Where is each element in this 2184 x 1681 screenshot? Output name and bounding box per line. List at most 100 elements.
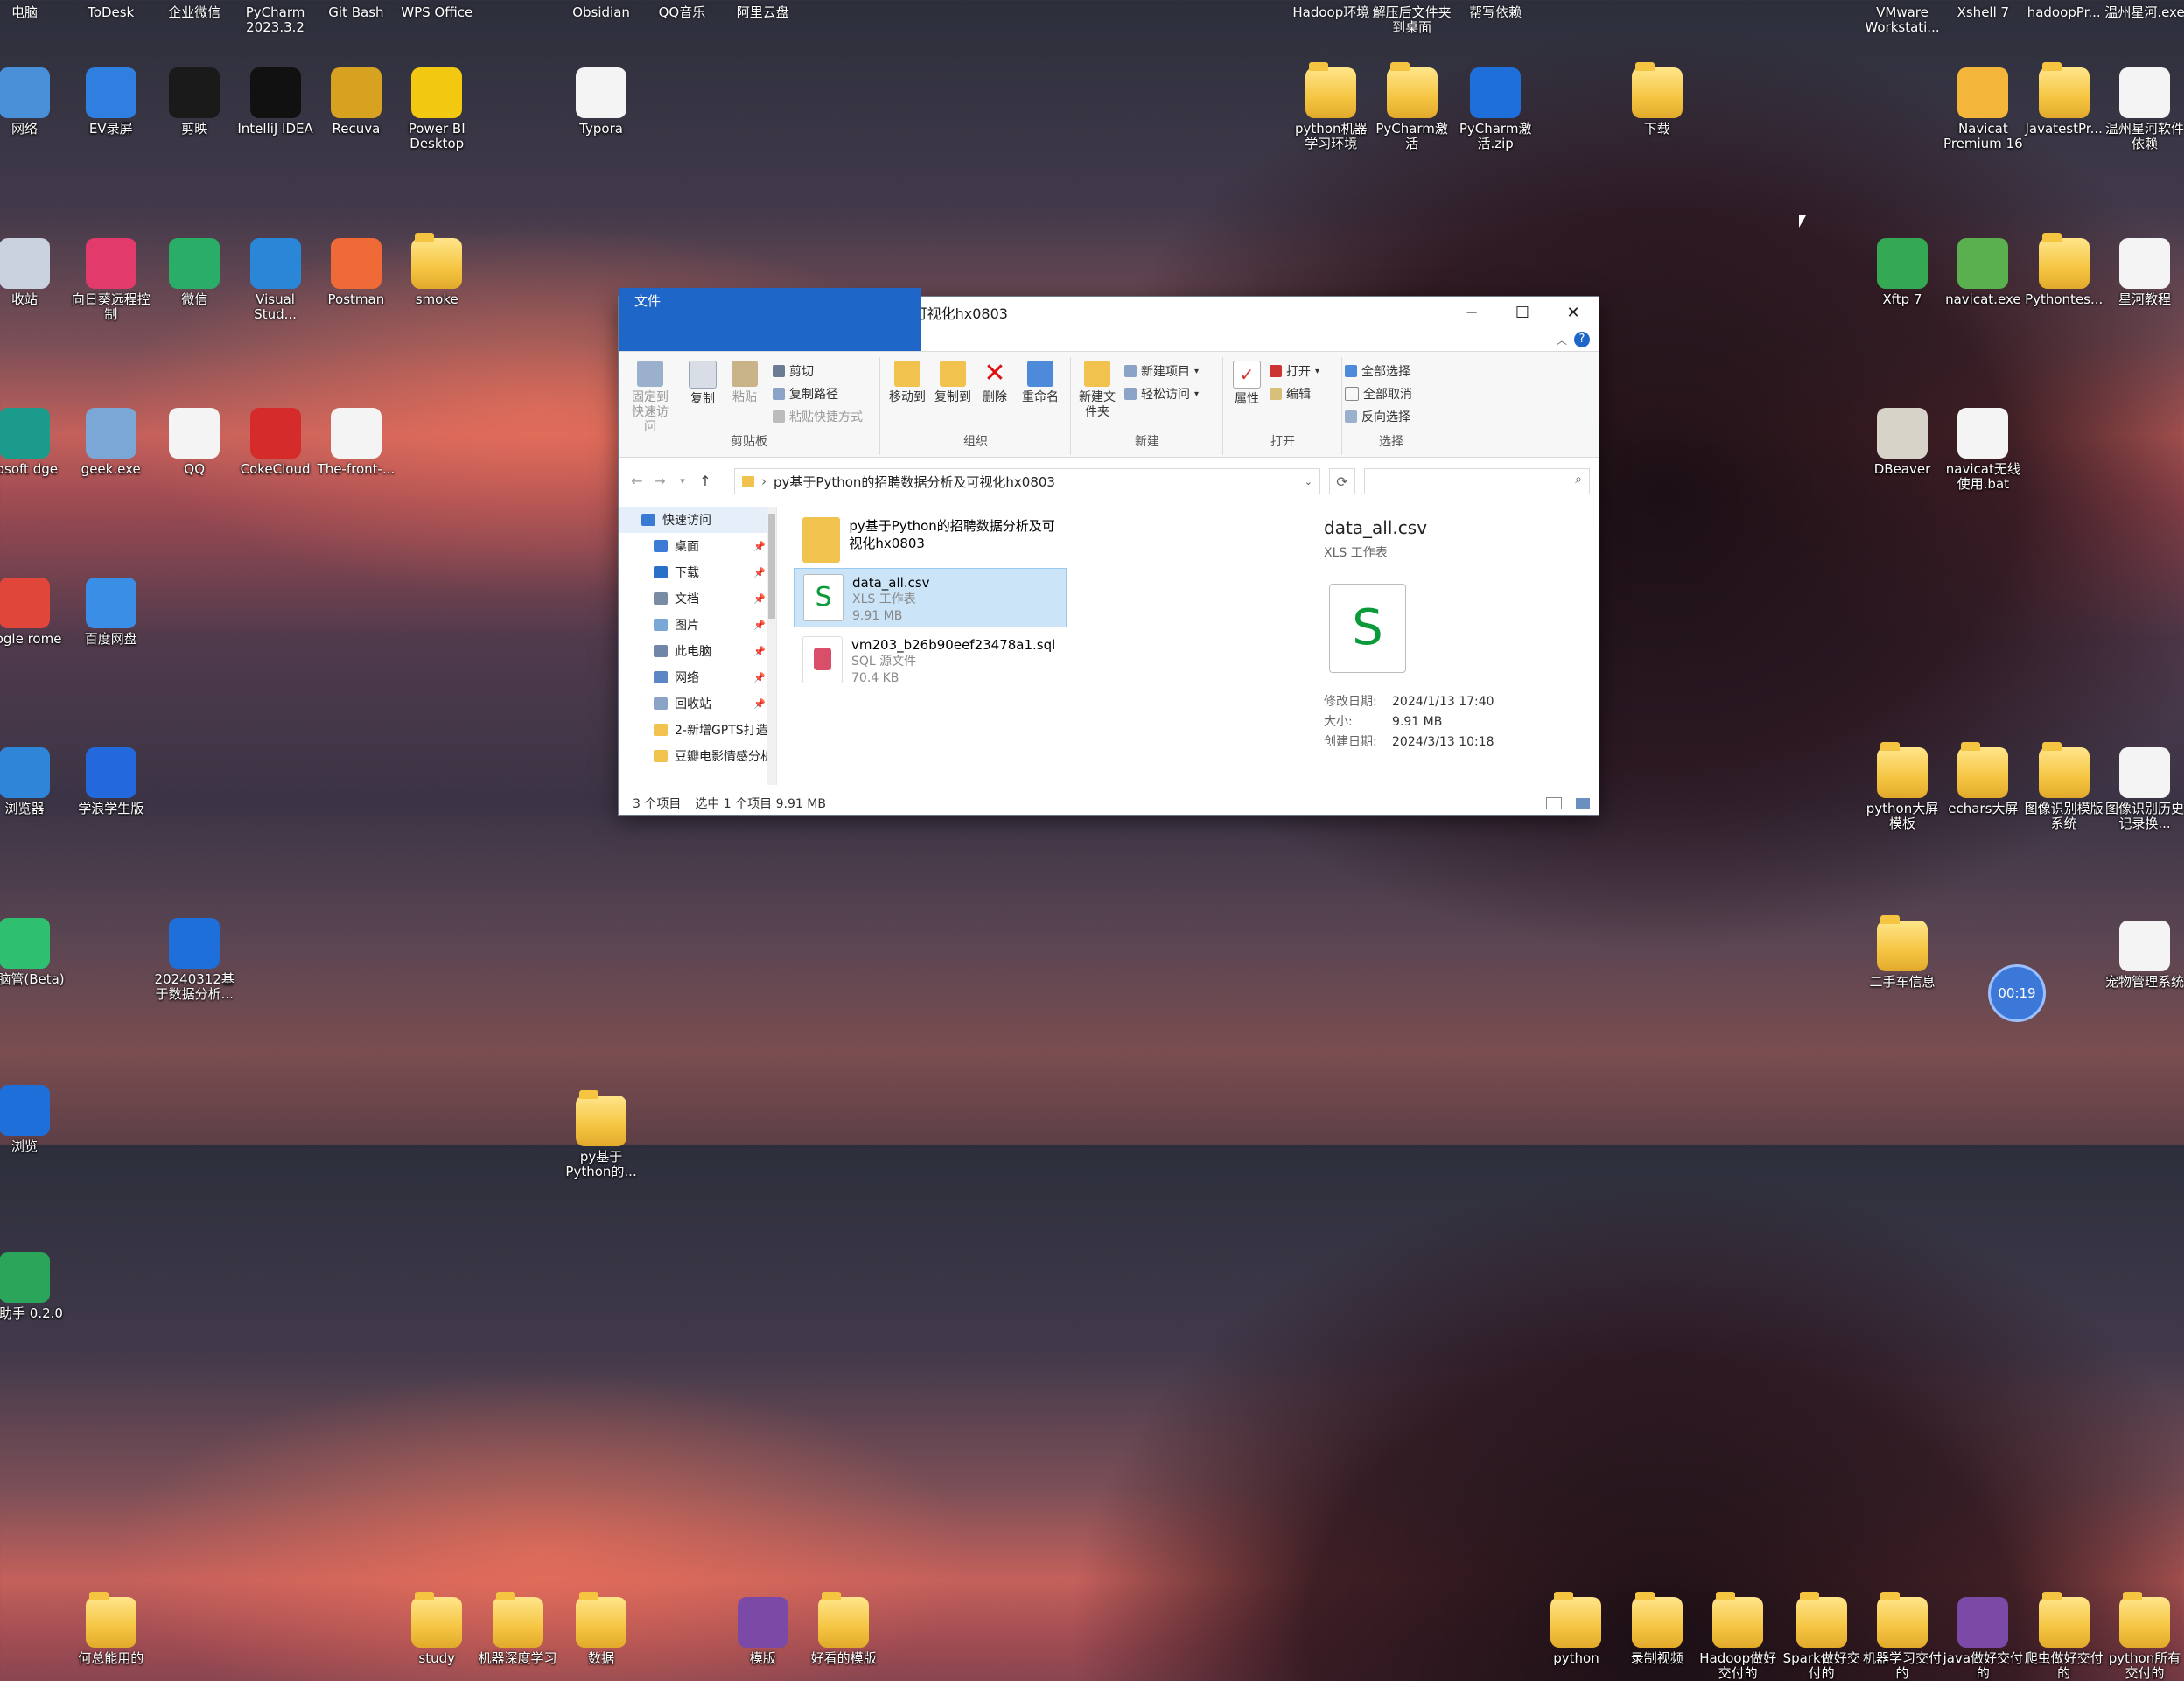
minimize-button[interactable]: ─ <box>1446 297 1497 328</box>
tab-file[interactable]: 文件 <box>619 288 921 351</box>
desktop-icon[interactable]: Pythontes... <box>2022 232 2106 307</box>
desktop-icon[interactable]: Navicat Premium 16 <box>1941 67 2025 151</box>
desktop-icon[interactable]: java做好交付的 <box>1941 1597 2025 1681</box>
desktop-icon[interactable]: PyCharm激活.zip <box>1453 67 1537 151</box>
nav-item[interactable]: 2-新增GPTS打造 <box>619 717 776 743</box>
recent-dropdown-icon[interactable]: ▾ <box>671 475 694 487</box>
desktop-icon[interactable]: Visual Stud... <box>234 237 318 322</box>
nav-item[interactable]: 豆瓣电影情感分析 <box>619 743 776 769</box>
desktop-icon[interactable]: 爬虫做好交付的 <box>2022 1592 2106 1681</box>
properties-button[interactable]: ✓ 属性 <box>1229 361 1264 407</box>
desktop-icon[interactable]: 图像识别模版系统 <box>2022 742 2106 831</box>
desktop-icon[interactable]: Hadoop做好交付的 <box>1696 1592 1780 1681</box>
desktop-icon[interactable]: navicat无线使用.bat <box>1941 407 2025 492</box>
nav-item[interactable]: 此电脑 📌 <box>619 638 776 664</box>
desktop-icon-label[interactable]: 解压后文件夹到桌面 <box>1370 5 1454 35</box>
nav-item[interactable]: 桌面 📌 <box>619 533 776 559</box>
desktop-icon[interactable]: 何总能用的 <box>69 1592 153 1666</box>
desktop-icon[interactable]: rosoft dge <box>0 407 66 477</box>
copy-path-button[interactable]: 复制路径 <box>773 385 838 403</box>
desktop-icon[interactable]: 向日葵远程控制 <box>69 237 153 322</box>
nav-scrollbar[interactable] <box>767 507 776 785</box>
desktop-icon-label[interactable]: ToDesk <box>69 5 153 20</box>
desktop-icon[interactable]: python所有交付的 <box>2103 1592 2184 1681</box>
nav-item[interactable]: 网络 📌 <box>619 664 776 690</box>
desktop-icon[interactable]: 微信 <box>152 237 236 307</box>
desktop-icon[interactable]: py基于Python的... <box>559 1090 643 1180</box>
desktop-icon[interactable]: 收站 <box>0 237 66 307</box>
desktop-icon-label[interactable]: 企业微信 <box>152 5 236 20</box>
move-to-button[interactable]: 移动到 <box>886 361 928 405</box>
desktop-icon-label[interactable]: WPS Office <box>395 5 479 20</box>
desktop-icon[interactable]: IntelliJ IDEA <box>234 67 318 137</box>
new-item-button[interactable]: 新建项目 ▾ <box>1124 362 1199 380</box>
recording-timer[interactable]: 00:19 <box>1988 964 2046 1022</box>
chevron-down-icon[interactable]: ⌄ <box>1305 476 1312 487</box>
open-button[interactable]: 打开 ▾ <box>1270 362 1320 380</box>
desktop-icon[interactable]: python机器学习环境 <box>1289 62 1373 151</box>
nav-item[interactable]: 下载 📌 <box>619 559 776 585</box>
back-icon[interactable]: ← <box>626 473 648 489</box>
desktop-icon[interactable]: 图像识别历史记录换... <box>2103 747 2184 831</box>
desktop-icon[interactable]: PyCharm激活 <box>1370 62 1454 151</box>
delete-button[interactable]: ✕ 删除 <box>977 361 1012 405</box>
list-item[interactable]: py基于Python的招聘数据分析及可视化hx0803 <box>794 512 1065 568</box>
desktop-icon-label[interactable]: Hadoop环境 <box>1289 5 1373 20</box>
desktop-icon[interactable]: EV录屏 <box>69 67 153 137</box>
desktop-icon[interactable]: DBeaver <box>1860 407 1944 477</box>
pin-quick-access-button[interactable]: 固定到快速访问 <box>627 361 673 435</box>
desktop-icon[interactable]: oogle rome <box>0 578 66 647</box>
scrollbar-thumb[interactable] <box>768 514 775 619</box>
desktop-icon[interactable]: Recuva <box>314 67 398 137</box>
desktop-icon[interactable]: 数据 <box>559 1592 643 1666</box>
refresh-button[interactable]: ⟳ <box>1329 468 1355 494</box>
easy-access-button[interactable]: 轻松访问 ▾ <box>1124 385 1199 403</box>
desktop-icon[interactable]: python <box>1534 1592 1618 1666</box>
forward-icon[interactable]: → <box>648 473 671 489</box>
copy-button[interactable]: 复制 <box>685 361 720 407</box>
desktop-icon[interactable]: geek.exe <box>69 407 153 477</box>
desktop-icon[interactable]: 剪映 <box>152 67 236 137</box>
desktop-icon[interactable]: 浏览器 <box>0 747 66 816</box>
desktop-icon-label[interactable]: 阿里云盘 <box>721 5 805 20</box>
desktop-icon-label[interactable]: 温州星河.exe <box>2103 5 2184 20</box>
desktop-icon-label[interactable]: QQ音乐 <box>640 5 724 20</box>
maximize-button[interactable]: ☐ <box>1497 297 1548 328</box>
desktop-icon[interactable]: 浏览 <box>0 1084 66 1154</box>
desktop-icon[interactable]: 宠物管理系统 <box>2103 920 2184 990</box>
desktop-icon[interactable]: 网络 <box>0 67 66 137</box>
details-view-icon[interactable] <box>1546 797 1562 809</box>
desktop-icon[interactable]: 下载 <box>1615 62 1699 137</box>
address-input[interactable]: › py基于Python的招聘数据分析及可视化hx0803 ⌄ <box>734 468 1320 494</box>
desktop-icon[interactable]: 学浪学生版 <box>69 747 153 816</box>
desktop-icon-label[interactable]: 电脑 <box>0 5 66 20</box>
desktop-icon[interactable]: The-front-... <box>314 407 398 477</box>
select-none-button[interactable]: 全部取消 <box>1345 385 1412 403</box>
paste-shortcut-button[interactable]: 粘贴快捷方式 <box>773 408 863 425</box>
desktop-icon[interactable]: 机器深度学习 <box>476 1592 560 1666</box>
desktop-icon-label[interactable]: 帮写依赖 <box>1453 5 1537 20</box>
nav-item[interactable]: 文档 📌 <box>619 585 776 612</box>
desktop-icon[interactable]: 录制视频 <box>1615 1592 1699 1666</box>
desktop-icon[interactable]: 星河教程 <box>2103 237 2184 307</box>
desktop-icon[interactable]: navicat.exe <box>1941 237 2025 307</box>
rename-button[interactable]: 重命名 <box>1016 361 1065 405</box>
search-input[interactable]: ⌕ <box>1364 468 1590 494</box>
copy-to-button[interactable]: 复制到 <box>932 361 974 405</box>
desktop-icon-label[interactable]: hadoopPr... <box>2022 5 2106 20</box>
desktop-icon[interactable]: 模版 <box>721 1597 805 1666</box>
up-icon[interactable]: ↑ <box>694 473 717 489</box>
desktop-icon-label[interactable]: VMware Workstati... <box>1860 5 1944 35</box>
large-icons-view-icon[interactable] <box>1576 798 1590 809</box>
desktop-icon[interactable]: 机器学习交付的 <box>1860 1592 1944 1681</box>
list-item[interactable]: vm203_b26b90eef23478a1.sql SQL 源文件 70.4 … <box>794 631 1065 687</box>
paste-button[interactable]: 粘贴 <box>727 361 762 405</box>
desktop-icon[interactable]: 20240312基于数据分析... <box>152 917 236 1002</box>
desktop-icon[interactable]: Spark做好交付的 <box>1780 1592 1864 1681</box>
nav-item[interactable]: 回收站 📌 <box>619 690 776 717</box>
desktop-icon[interactable]: 温州星河软件依赖 <box>2103 67 2184 151</box>
edit-button[interactable]: 编辑 <box>1270 385 1311 403</box>
desktop-icon[interactable]: smoke <box>395 232 479 307</box>
desktop-icon[interactable]: 好看的模版 <box>802 1592 886 1666</box>
new-folder-button[interactable]: 新建文件夹 <box>1077 361 1117 420</box>
